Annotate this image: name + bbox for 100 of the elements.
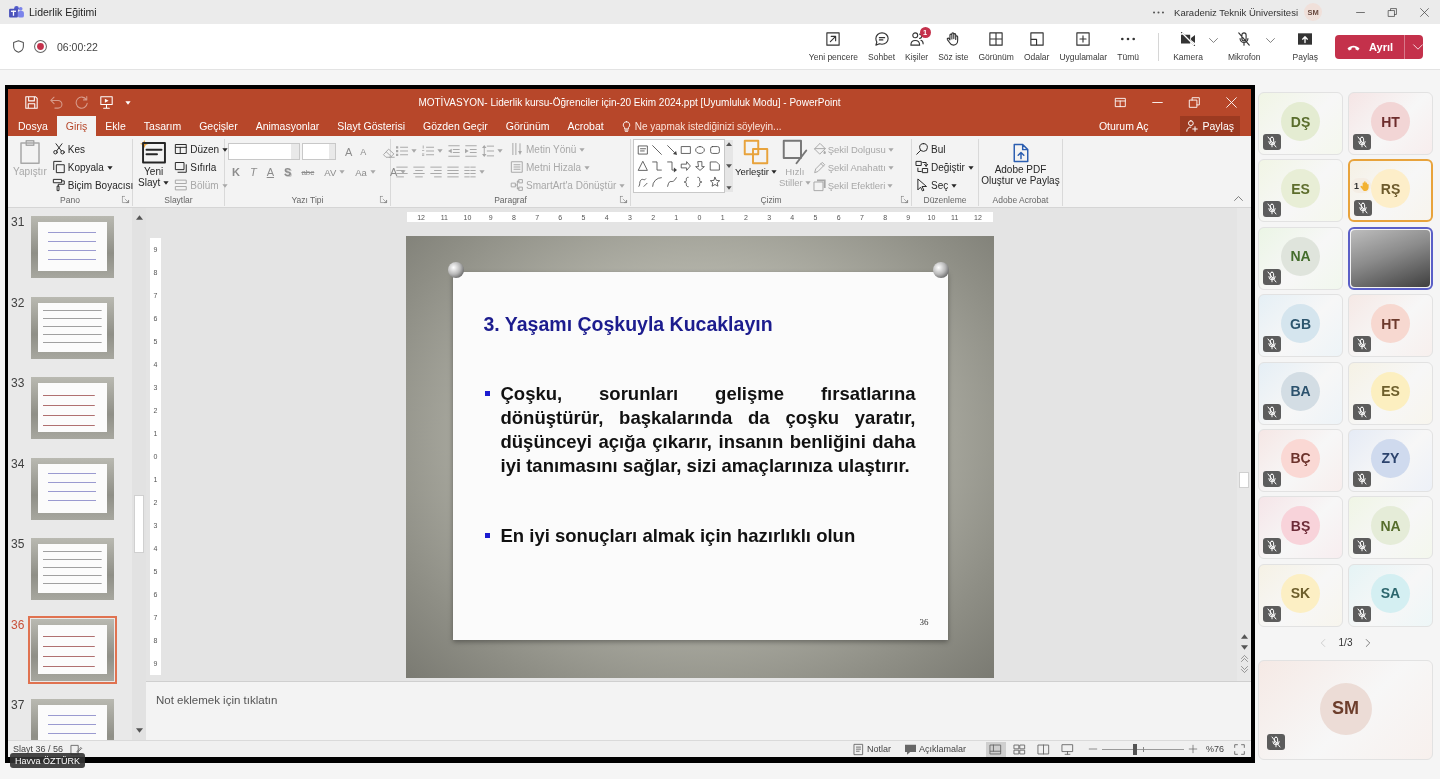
shapes-gallery[interactable] — [633, 139, 725, 193]
caret-down-icon[interactable] — [125, 99, 131, 106]
microphone-options-button[interactable] — [1266, 36, 1276, 45]
sign-in-link[interactable]: Oturum Aç — [1098, 120, 1149, 132]
participant-tile[interactable]: SM — [1258, 659, 1433, 760]
participant-tile[interactable]: GB — [1258, 294, 1343, 358]
slide-thumbnail[interactable] — [28, 213, 117, 281]
slide-thumbnail[interactable] — [28, 374, 117, 442]
tell-me-search-field[interactable]: Ne yapmak istediğinizi söyleyin... — [620, 116, 797, 136]
view-button[interactable]: Görünüm — [973, 31, 1019, 62]
ribbon-button[interactable]: Seç — [915, 176, 975, 194]
share-screen-button[interactable]: Paylaş — [1287, 31, 1323, 62]
ribbon-button[interactable]: Kopyala — [51, 158, 135, 176]
text-box-icon[interactable] — [638, 145, 649, 155]
double-chevron-up-icon[interactable] — [1240, 655, 1248, 662]
triangle-up-icon[interactable] — [1240, 633, 1248, 640]
camera-options-button[interactable] — [1208, 36, 1218, 45]
ribbon-tab[interactable]: Acrobat — [558, 116, 613, 136]
raise-hand-button[interactable]: Söz iste — [933, 31, 974, 62]
line-icon[interactable] — [652, 145, 663, 155]
block-arrow-right-icon[interactable] — [681, 161, 692, 171]
ribbon-button[interactable]: Değiştir — [915, 158, 975, 176]
comments-button[interactable]: Açıklamalar — [904, 743, 966, 755]
ribbon-button[interactable]: Adobe PDF Oluştur ve Paylaş — [979, 139, 1062, 186]
presentation-screen-icon[interactable] — [100, 96, 113, 109]
share-button[interactable]: Paylaş — [1180, 116, 1240, 136]
fit-to-window-icon[interactable] — [1234, 743, 1245, 755]
ribbon-button[interactable]: Sıfırla — [174, 158, 230, 176]
rooms-button[interactable]: Odalar — [1018, 31, 1055, 62]
double-chevron-down-icon[interactable] — [1240, 666, 1248, 673]
notes-field[interactable]: Not eklemek için tıklatın — [146, 682, 1251, 740]
ribbon-button[interactable]: Yeni Slayt — [136, 139, 172, 188]
ribbon-tab[interactable]: Dosya — [9, 116, 57, 136]
ribbon-button[interactable]: Kes — [51, 140, 135, 158]
participant-tile[interactable]: 1 RŞ — [1348, 159, 1433, 223]
corner-arrow-icon[interactable] — [901, 196, 908, 203]
caret-down-icon[interactable] — [726, 185, 732, 191]
participant-tile[interactable]: ZY — [1348, 428, 1433, 492]
chevron-right-icon[interactable] — [1364, 638, 1373, 647]
leave-button[interactable]: Ayrıl — [1335, 34, 1423, 59]
participant-tile[interactable]: BŞ — [1258, 496, 1343, 560]
elbow-arrow-icon[interactable] — [666, 161, 677, 171]
triangle-down-icon[interactable] — [135, 727, 143, 734]
ribbon-tab[interactable]: Tasarım — [134, 116, 191, 136]
participant-tile[interactable]: BÇ — [1258, 428, 1343, 492]
ribbon-tab[interactable]: Slayt Gösterisi — [328, 116, 414, 136]
new-window-button[interactable]: Yeni pencere — [803, 31, 864, 62]
restore-icon[interactable] — [1387, 7, 1397, 17]
block-arrow-down-icon[interactable] — [695, 161, 706, 171]
participant-tile[interactable]: SA — [1348, 563, 1433, 627]
ribbon-button[interactable]: Bul — [915, 140, 975, 158]
view-button[interactable] — [986, 741, 1006, 757]
notes-button[interactable]: Notlar — [852, 743, 891, 755]
participant-tile[interactable]: NA — [1258, 226, 1343, 290]
ribbon-tab[interactable]: Geçişler — [190, 116, 247, 136]
ribbon-tab[interactable]: Görünüm — [496, 116, 559, 136]
triangle-icon[interactable] — [638, 161, 649, 171]
triangle-down-icon[interactable] — [726, 163, 732, 169]
triangle-down-icon[interactable] — [1240, 644, 1248, 651]
more-actions-button[interactable]: Tümü — [1112, 31, 1145, 62]
apps-button[interactable]: Uygulamalar — [1054, 31, 1113, 62]
participant-tile[interactable]: ES — [1258, 159, 1343, 223]
star-icon[interactable] — [709, 177, 720, 187]
page-pencil-icon[interactable] — [71, 743, 83, 755]
participant-tile[interactable]: HT — [1348, 294, 1433, 358]
ribbon-tab[interactable]: Gözden Geçir — [413, 116, 497, 136]
participant-tile[interactable]: SK — [1258, 563, 1343, 627]
ribbon-tab[interactable]: Giriş — [56, 116, 97, 136]
scroll-thumb[interactable] — [1239, 472, 1249, 488]
zoom-slider-thumb[interactable] — [1132, 743, 1137, 755]
arrow-icon[interactable] — [666, 145, 677, 155]
plus-icon[interactable] — [1189, 745, 1197, 753]
rectangle-icon[interactable] — [681, 145, 692, 155]
camera-button[interactable]: Kamera — [1169, 31, 1207, 62]
chevron-up-icon[interactable] — [1234, 194, 1243, 203]
slide-thumbnail[interactable] — [28, 535, 117, 603]
zoom-percentage[interactable]: %76 — [1206, 744, 1224, 754]
scrollbar[interactable] — [1237, 208, 1251, 681]
microphone-button[interactable]: Mikrofon — [1223, 31, 1265, 62]
ribbon-button[interactable]: Düzen — [174, 140, 230, 158]
participant-tile[interactable]: DŞ — [1258, 92, 1343, 155]
scroll-thumb[interactable] — [134, 495, 144, 553]
triangle-up-icon[interactable] — [135, 214, 143, 221]
ribbon-tab[interactable]: Ekle — [96, 116, 135, 136]
slide-thumbnail[interactable] — [28, 615, 117, 684]
chat-button[interactable]: Sohbet — [863, 31, 901, 62]
freeform-icon[interactable] — [638, 177, 649, 187]
participant-tile[interactable]: BA — [1258, 361, 1343, 425]
corner-arrow-icon[interactable] — [122, 196, 129, 203]
curve-icon[interactable] — [666, 177, 677, 187]
close-icon[interactable] — [1419, 7, 1429, 17]
participant-tile[interactable]: HT — [1348, 92, 1433, 155]
scrollbar[interactable] — [132, 208, 146, 740]
triangle-up-icon[interactable] — [726, 141, 732, 147]
ribbon-button[interactable]: Yerleştir — [735, 139, 777, 177]
ribbon-tab[interactable]: Animasyonlar — [246, 116, 329, 136]
ribbon-button[interactable]: Biçim Boyacısı — [51, 176, 135, 194]
arc-icon[interactable] — [652, 177, 663, 187]
participant-tile[interactable]: ES — [1348, 361, 1433, 425]
panel-window-icon[interactable] — [1115, 97, 1126, 108]
